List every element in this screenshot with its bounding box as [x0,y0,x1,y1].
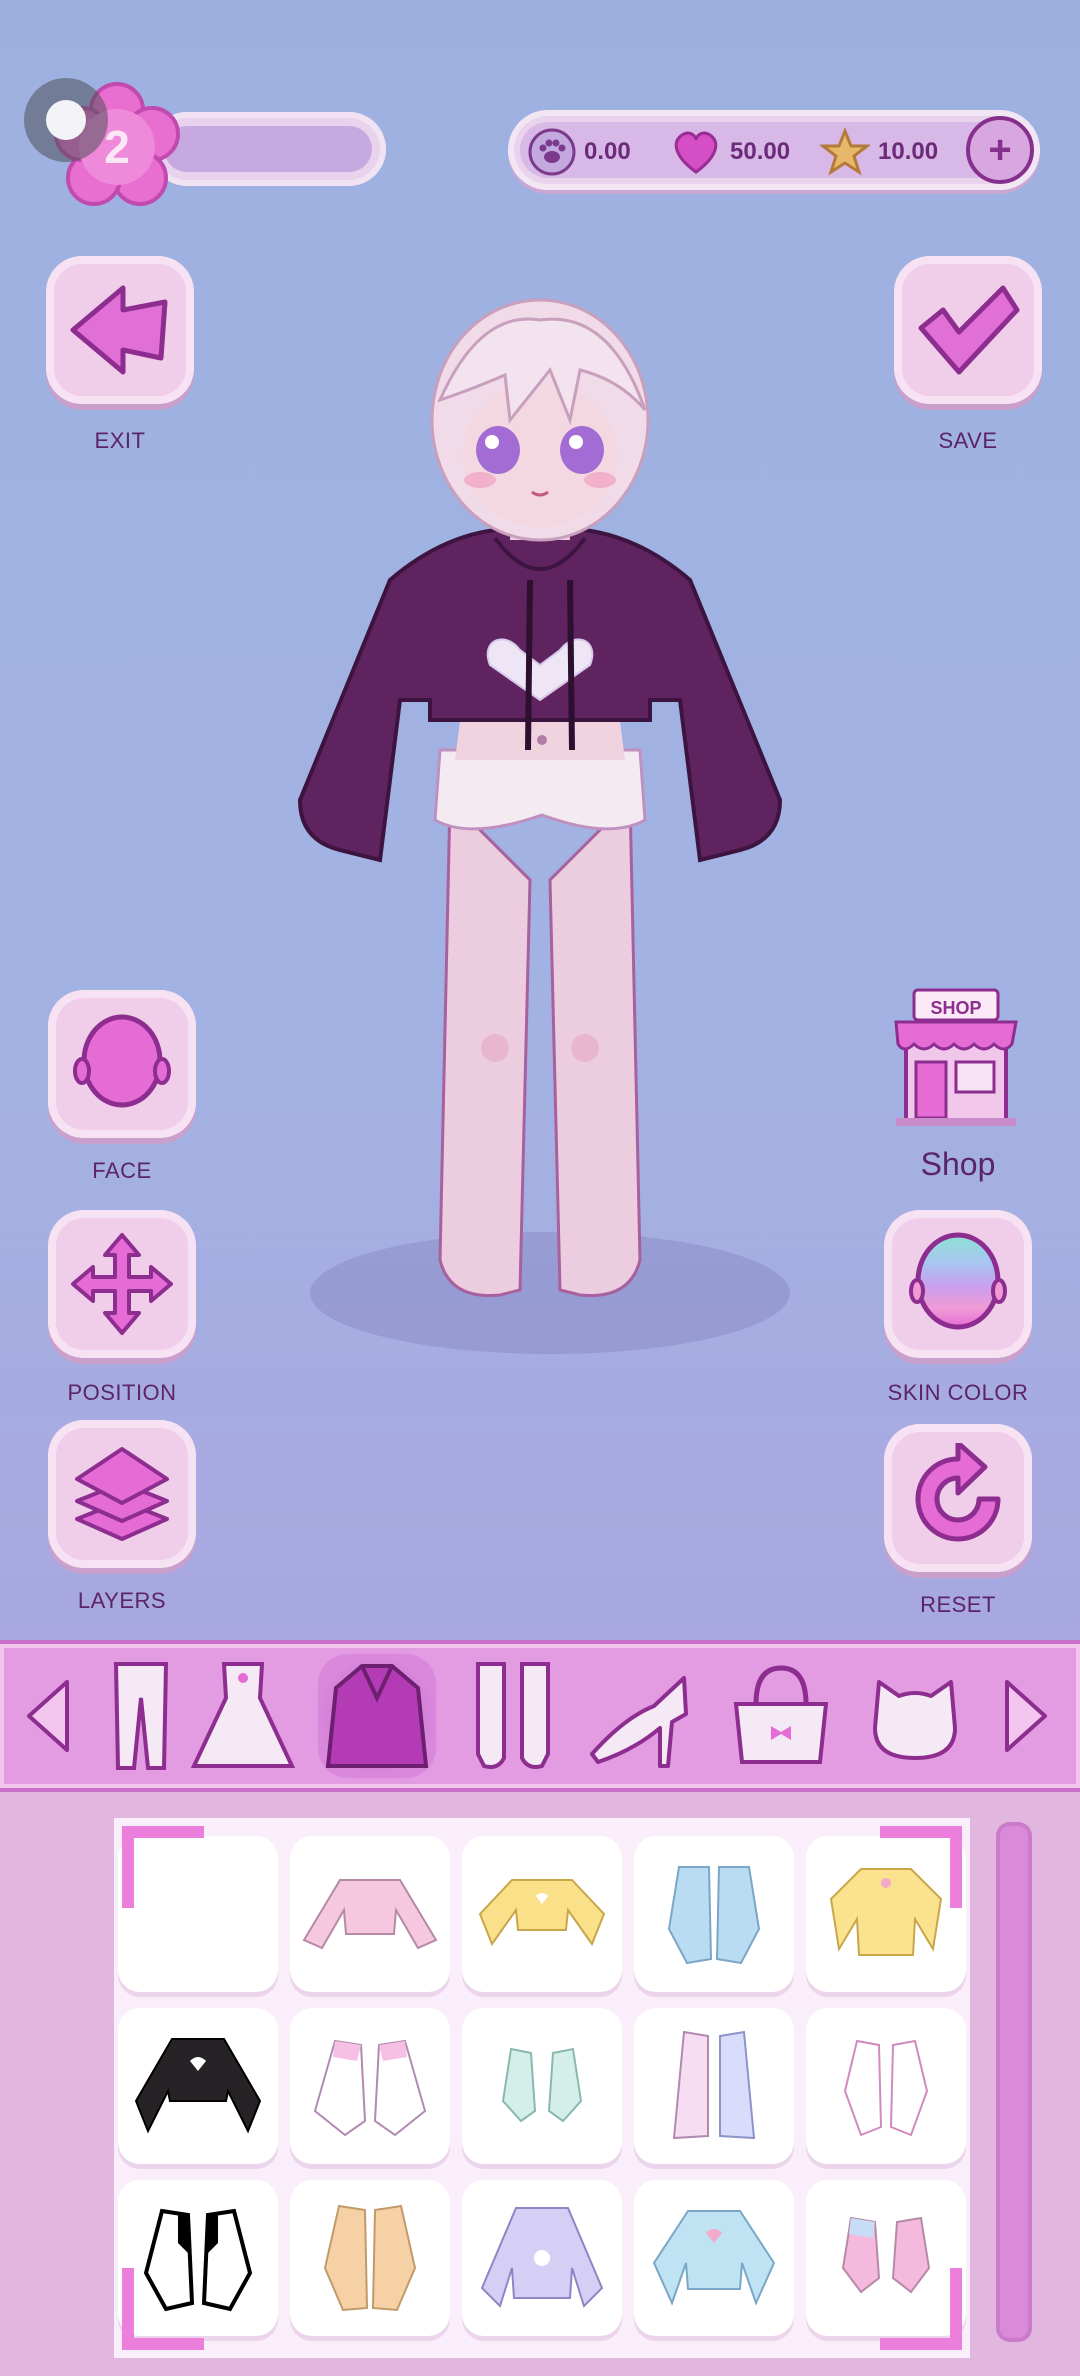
reset-icon [915,1443,1001,1542]
face-button[interactable] [48,990,196,1138]
item-black-hoodie[interactable] [118,2008,278,2164]
paw-amount: 0.00 [584,138,631,165]
item-tan-jacket[interactable] [290,2180,450,2336]
heart-amount: 50.00 [730,138,791,165]
cat-ear-hat-icon [873,1680,957,1760]
shop-label: Shop [920,1146,996,1182]
category-hat[interactable] [856,1654,974,1778]
paw-icon [528,128,576,176]
heart-icon [674,131,718,174]
item-blue-jacket[interactable] [634,1836,794,1992]
exit-label: EXIT [94,428,146,453]
blue-top-icon [652,2210,776,2306]
reset-label: RESET [920,1592,996,1617]
character-avatar[interactable] [280,280,800,1320]
pants-icon [113,1662,169,1770]
mint-sleeves-icon [501,2047,583,2123]
add-currency-button[interactable]: + [966,116,1034,184]
skin-color-label: SKIN COLOR [887,1380,1029,1405]
shop-sign: SHOP [930,998,982,1018]
category-prev-button[interactable] [18,1672,78,1760]
dress-icon [190,1662,296,1768]
heart-currency: 50.00 [670,131,791,174]
lavender-hoodie-icon [480,2207,604,2308]
xp-bar [150,112,386,186]
tan-jacket-icon [323,2204,417,2312]
pink-crop-top-icon [302,1879,438,1950]
grid-corner-top-left [122,1826,204,1908]
star-currency: 10.00 [820,128,939,176]
back-arrow-icon [70,285,168,375]
item-pastel-stripe-cardigan[interactable] [634,2008,794,2164]
star-amount: 10.00 [878,138,939,165]
item-pink-crop-top[interactable] [290,1836,450,1992]
category-jacket[interactable] [318,1654,436,1778]
paw-currency: 0.00 [528,128,631,176]
save-label: SAVE [938,428,998,453]
white-sleeves-icon [313,2039,427,2137]
shop-button[interactable]: SHOP [886,982,1026,1132]
layers-button[interactable] [48,1420,196,1568]
save-button[interactable] [894,256,1042,404]
stripe-cardigan-icon [672,2030,756,2140]
handbag-icon [733,1665,829,1764]
category-bar [0,1640,1080,1792]
item-pink-sleeve-cardigan[interactable] [806,2008,966,2164]
chevron-left-icon [27,1680,69,1752]
face-icon [73,1014,171,1108]
item-grid [114,1818,970,2358]
socks-icon [476,1662,550,1769]
currency-bar: 0.00 50.00 10.00 + [508,110,1040,190]
position-button[interactable] [48,1210,196,1358]
category-dress[interactable] [184,1654,302,1778]
grid-corner-top-right [880,1826,962,1908]
rainbow-head-icon [909,1232,1007,1330]
black-hoodie-icon [134,2038,262,2134]
item-white-pink-sleeves[interactable] [290,2008,450,2164]
item-blue-heart-top[interactable] [634,2180,794,2336]
item-yellow-heart-crop-top[interactable] [462,1836,622,1992]
menu-toggle[interactable] [24,78,108,162]
move-arrows-icon [71,1233,173,1335]
face-label: FACE [92,1158,152,1183]
category-next-button[interactable] [996,1672,1056,1760]
item-mint-sleeves[interactable] [462,2008,622,2164]
checkmark-icon [918,285,1020,375]
item-scrollbar[interactable] [996,1822,1032,2342]
heel-shoe-icon [590,1676,688,1768]
category-pants[interactable] [82,1654,200,1778]
category-socks[interactable] [454,1654,572,1778]
category-shoes[interactable] [580,1654,698,1778]
exit-button[interactable] [46,256,194,404]
category-bag[interactable] [722,1654,840,1778]
reset-button[interactable] [884,1424,1032,1572]
item-lavender-hoodie[interactable] [462,2180,622,2336]
layers-label: LAYERS [77,1588,167,1613]
skin-color-button[interactable] [884,1210,1032,1358]
pink-cardigan-icon [843,2039,929,2137]
layers-icon [75,1447,169,1541]
chevron-right-icon [1005,1680,1047,1752]
blue-jacket-icon [667,1866,761,1965]
grid-corner-bottom-left [122,2268,204,2350]
position-label: POSITION [67,1380,177,1405]
jacket-icon [325,1664,429,1768]
yellow-crop-top-icon [478,1879,606,1947]
grid-corner-bottom-right [880,2268,962,2350]
star-icon [820,128,870,176]
